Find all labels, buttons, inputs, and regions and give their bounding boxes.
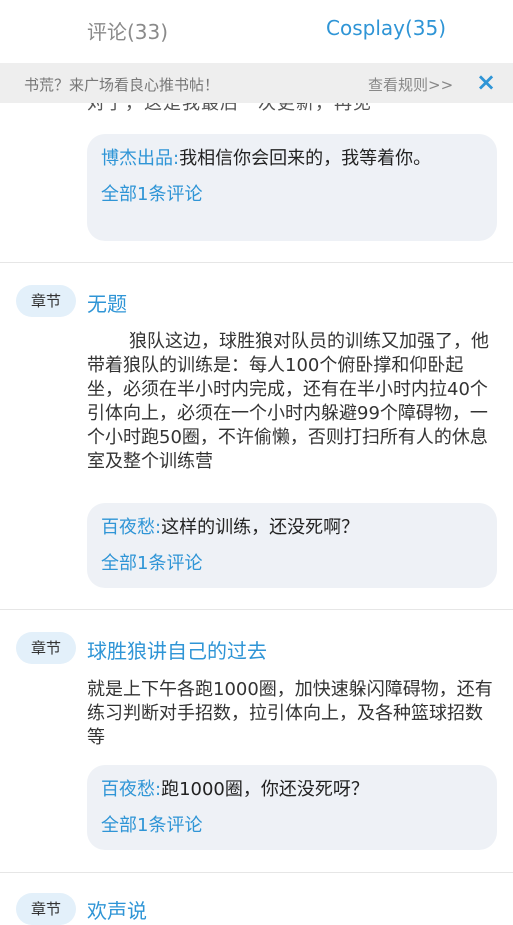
notice-text[interactable]: 书荒？来广场看良心推书帖！ — [24, 74, 219, 95]
divider — [0, 872, 513, 873]
chapter-tag: 章节 — [16, 285, 76, 317]
comment-text: 我相信你会回来的，我等着你。 — [179, 148, 432, 169]
tab-bar: 评论(33) Cosplay(35) — [0, 0, 513, 58]
view-all-comments-link[interactable]: 全部1条评论 — [101, 549, 483, 575]
chapter-title[interactable]: 欢声说 — [87, 895, 147, 924]
view-all-comments-link[interactable]: 全部1条评论 — [101, 811, 483, 837]
chapter-title[interactable]: 球胜狼讲自己的过去 — [87, 635, 267, 664]
comment-user[interactable]: 百夜愁: — [101, 517, 161, 538]
chapter-body[interactable]: 就是上下午各跑1000圈，加快速躲闪障碍物，还有练习判断对手招数，拉引体向上，及… — [87, 678, 497, 750]
comment-box[interactable]: 百夜愁:跑1000圈，你还没死呀？ 全部1条评论 — [87, 765, 497, 850]
chapter-tag: 章节 — [16, 893, 76, 925]
divider — [0, 609, 513, 610]
comment-box[interactable]: 博杰出品:我相信你会回来的，我等着你。 全部1条评论 — [87, 134, 497, 241]
comment-box[interactable]: 百夜愁:这样的训练，还没死啊？ 全部1条评论 — [87, 503, 497, 588]
comment-user[interactable]: 博杰出品: — [101, 148, 179, 169]
chapter-tag: 章节 — [16, 632, 76, 664]
partial-post-line: 对了，这是我最后一次更新，再见 — [87, 103, 372, 114]
comment-text: 跑1000圈，你还没死呀？ — [161, 779, 369, 800]
notice-banner[interactable]: 书荒？来广场看良心推书帖！ 查看规则>> × — [0, 63, 513, 103]
comment-line: 百夜愁:这样的训练，还没死啊？ — [101, 515, 483, 541]
tab-comments[interactable]: 评论(33) — [87, 16, 168, 45]
comment-user[interactable]: 百夜愁: — [101, 779, 161, 800]
view-rules-link[interactable]: 查看规则>> — [368, 74, 453, 95]
partial-post-text: 对了，这是我最后一次更新，再见 — [0, 103, 513, 117]
close-icon[interactable]: × — [476, 68, 496, 96]
divider — [0, 262, 513, 263]
comment-line: 博杰出品:我相信你会回来的，我等着你。 — [101, 146, 483, 172]
comment-text: 这样的训练，还没死啊？ — [161, 517, 360, 538]
tab-cosplay[interactable]: Cosplay(35) — [326, 16, 446, 40]
view-all-comments-link[interactable]: 全部1条评论 — [101, 180, 483, 206]
comment-line: 百夜愁:跑1000圈，你还没死呀？ — [101, 777, 483, 803]
chapter-body[interactable]: 狼队这边，球胜狼对队员的训练又加强了，他带着狼队的训练是：每人100个俯卧撑和仰… — [87, 330, 497, 474]
chapter-title[interactable]: 无题 — [87, 288, 127, 317]
